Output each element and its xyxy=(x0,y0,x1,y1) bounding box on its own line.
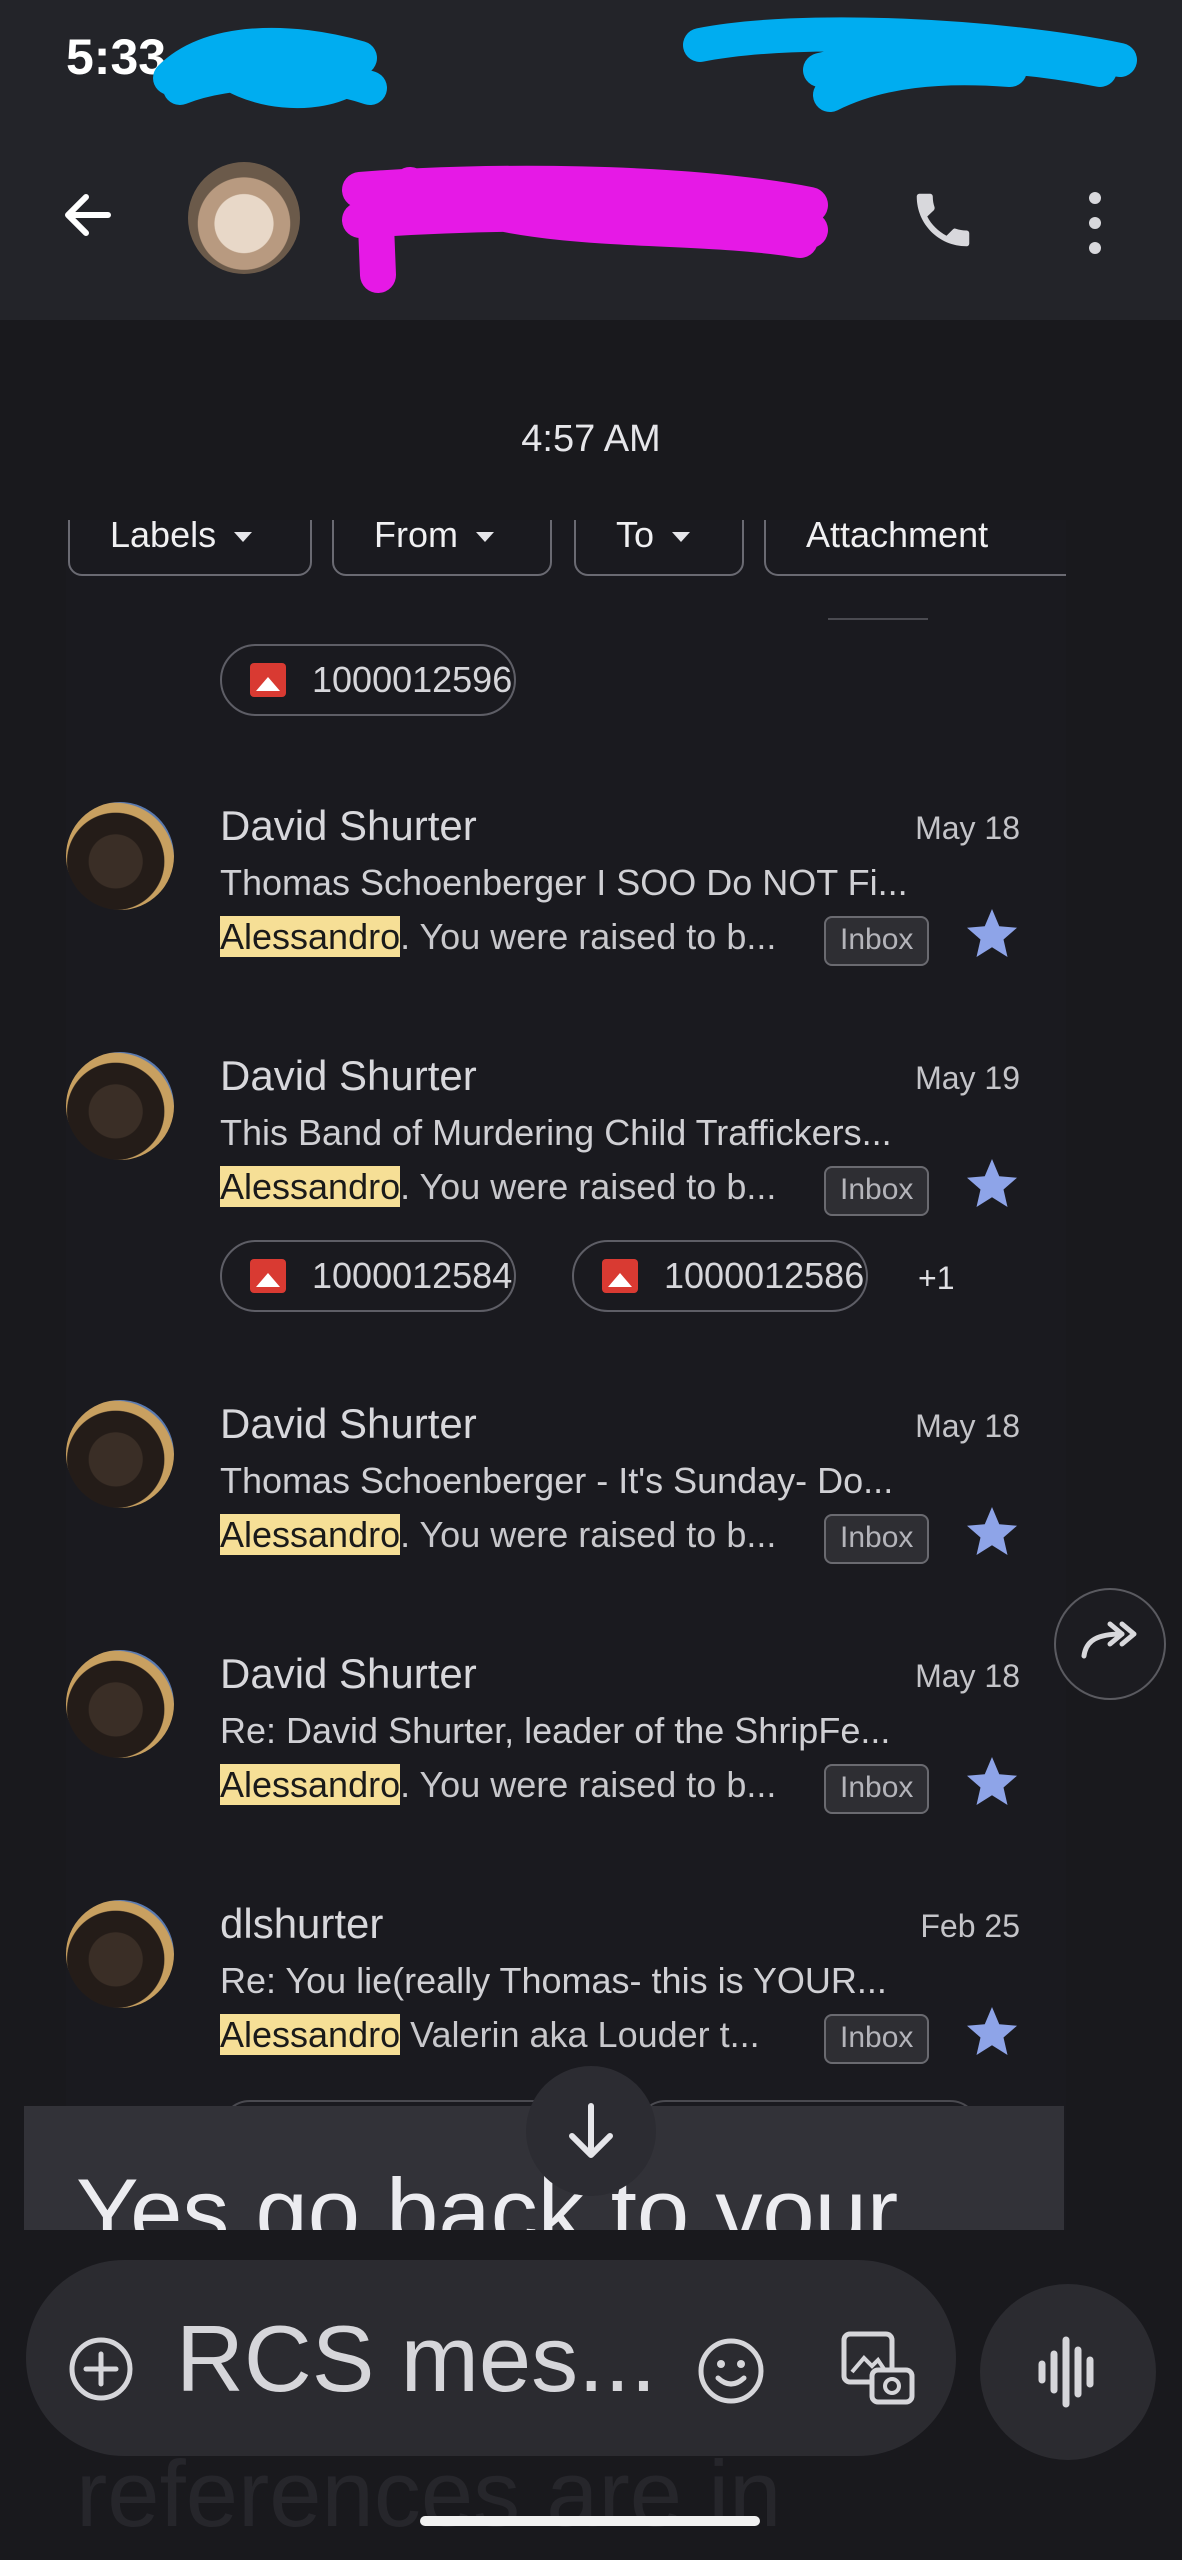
email-subject: Re: You lie(really Thomas- this is YOUR.… xyxy=(220,1960,887,2001)
email-snippet: Alessandro. You were raised to b... xyxy=(220,1764,777,1805)
gallery-camera-icon[interactable] xyxy=(838,2328,918,2408)
email-date: May 19 xyxy=(915,1060,1020,1096)
star-icon xyxy=(967,909,1017,957)
email-snippet: Alessandro. You were raised to b... xyxy=(220,1166,777,1207)
scroll-to-bottom-button[interactable] xyxy=(526,2066,656,2196)
email-date: May 18 xyxy=(915,810,1020,846)
forward-button[interactable] xyxy=(1054,1588,1166,1700)
voice-message-button[interactable] xyxy=(980,2284,1156,2460)
inbox-label: Inbox xyxy=(824,1514,930,1564)
filter-chip-attachment: Attachment xyxy=(764,520,1066,576)
message-input[interactable] xyxy=(176,2304,676,2414)
inbox-label: Inbox xyxy=(824,916,930,966)
star-icon xyxy=(967,1757,1017,1805)
emoji-icon[interactable] xyxy=(696,2336,766,2406)
email-row: David Shurter May 18 Re: David Shurter, … xyxy=(66,1650,1066,1850)
email-subject: Thomas Schoenberger - It's Sunday- Do... xyxy=(220,1460,894,1501)
message-text-faded: references are in xyxy=(76,2441,782,2546)
email-sender: David Shurter xyxy=(220,1400,477,1447)
star-icon xyxy=(967,1159,1017,1207)
email-snippet: Alessandro. You were raised to b... xyxy=(220,916,777,957)
dropdown-arrow-icon xyxy=(476,532,494,543)
inbox-label: Inbox xyxy=(824,1166,930,1216)
email-subject: Thomas Schoenberger I SOO Do NOT Fi... xyxy=(220,862,908,903)
email-snippet: Alessandro Valerin aka Louder t... xyxy=(220,2014,760,2055)
email-sender: David Shurter xyxy=(220,802,477,849)
email-date: Feb 25 xyxy=(920,1908,1020,1944)
email-subject: This Band of Murdering Child Traffickers… xyxy=(220,1112,892,1153)
redaction-scribble-name xyxy=(342,165,828,293)
add-circle-icon[interactable] xyxy=(68,2336,134,2402)
forward-arrows-icon xyxy=(1081,1621,1137,1659)
inbox-label: Inbox xyxy=(824,2014,930,2064)
email-row: David Shurter May 19 This Band of Murder… xyxy=(66,1052,1066,1312)
phone-icon[interactable] xyxy=(908,185,978,255)
more-attachments-count: +1 xyxy=(918,1260,955,1296)
dropdown-arrow-icon xyxy=(672,532,691,543)
sender-avatar xyxy=(66,1650,174,1758)
sender-avatar xyxy=(66,1900,174,2008)
shared-screenshot-image[interactable]: Labels From To Attachment 1000012596 Dav… xyxy=(66,520,1066,2230)
redaction-scribble-left xyxy=(153,27,387,109)
email-sender: dlshurter xyxy=(220,1900,384,1947)
sender-avatar xyxy=(66,1400,174,1508)
redaction-scribble-right xyxy=(683,17,1137,112)
email-row: David Shurter May 18 Thomas Schoenberger… xyxy=(66,802,1066,1002)
back-arrow-icon[interactable] xyxy=(58,185,118,245)
email-snippet: Alessandro. You were raised to b... xyxy=(220,1514,777,1555)
inbox-label: Inbox xyxy=(824,1764,930,1814)
divider xyxy=(828,618,928,620)
image-icon xyxy=(602,1259,638,1293)
email-subject: Re: David Shurter, leader of the ShripFe… xyxy=(220,1710,891,1751)
email-date: May 18 xyxy=(915,1658,1020,1694)
star-icon xyxy=(967,2007,1017,2055)
email-sender: David Shurter xyxy=(220,1052,477,1099)
image-icon xyxy=(250,663,286,697)
home-indicator[interactable] xyxy=(420,2516,760,2526)
attachment-chip: 1000012596 xyxy=(220,644,516,716)
filter-chip-from: From xyxy=(332,520,552,576)
arrow-down-icon xyxy=(569,2103,613,2158)
waveform-icon xyxy=(1038,2336,1094,2408)
email-row: David Shurter May 18 Thomas Schoenberger… xyxy=(66,1400,1066,1600)
message-timestamp: 4:57 AM xyxy=(521,418,661,460)
contact-avatar[interactable] xyxy=(188,162,300,274)
email-date: May 18 xyxy=(915,1408,1020,1444)
more-vert-icon[interactable] xyxy=(1080,190,1110,256)
sender-avatar xyxy=(66,1052,174,1160)
attachment-chip: 1000012584 xyxy=(220,1240,516,1312)
message-text: Yes go back to your xyxy=(76,2159,899,2230)
dropdown-arrow-icon xyxy=(234,532,253,543)
attachment-chip: 1000012586 xyxy=(572,1240,868,1312)
filter-chip-to: To xyxy=(574,520,744,576)
image-icon xyxy=(250,1259,286,1293)
filter-chip-labels: Labels xyxy=(68,520,312,576)
sender-avatar xyxy=(66,802,174,910)
star-icon xyxy=(967,1507,1017,1555)
email-sender: David Shurter xyxy=(220,1650,477,1697)
